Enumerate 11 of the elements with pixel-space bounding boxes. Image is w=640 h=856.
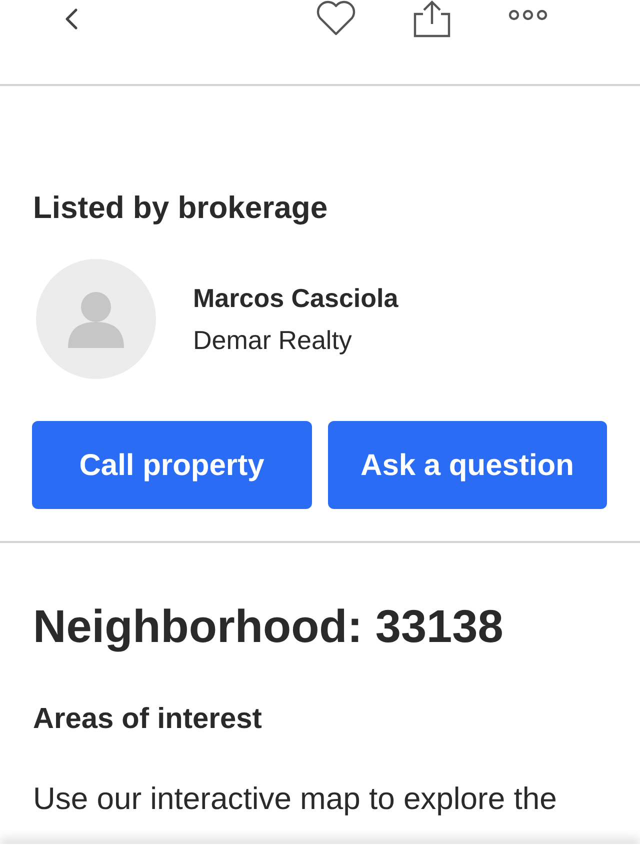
call-button[interactable]: Call property	[32, 421, 312, 509]
person-icon	[68, 290, 124, 348]
section-heading: Listed by brokerage	[33, 192, 329, 223]
more-icon[interactable]	[508, 9, 548, 21]
question-button[interactable]: Ask a question	[328, 421, 607, 509]
subheading: Areas of interest	[33, 705, 263, 734]
heart-icon[interactable]	[315, 0, 357, 36]
share-icon[interactable]	[411, 0, 453, 38]
paragraph: Use our interactive map to explore the	[33, 783, 558, 814]
agent-company: Demar Realty	[193, 327, 353, 353]
agent-name: Marcos Casciola	[193, 285, 398, 311]
